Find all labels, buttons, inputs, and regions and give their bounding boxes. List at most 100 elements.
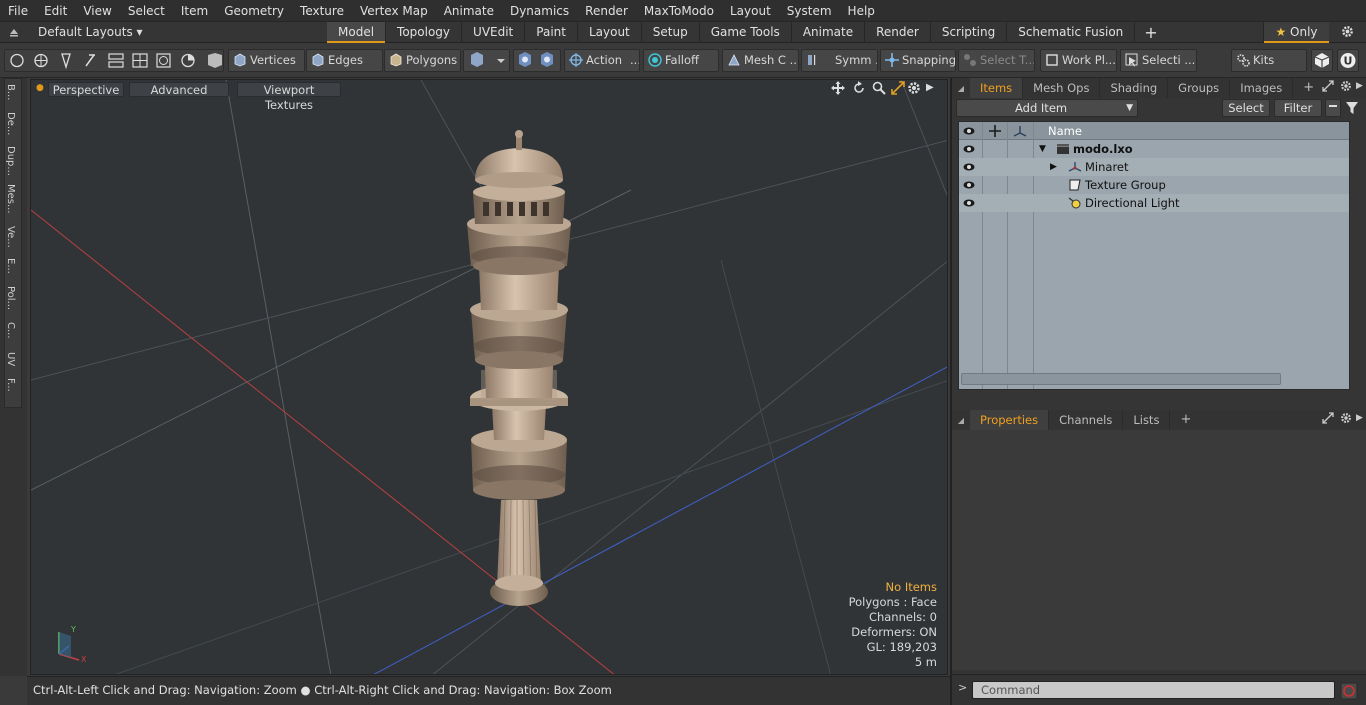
symmetry-toggles[interactable] (513, 49, 561, 72)
panel-maximize-icon[interactable] (1322, 80, 1334, 95)
polygons-button[interactable]: Polygons (384, 49, 461, 72)
collapse-arrow-icon[interactable]: ▼ (1039, 140, 1046, 158)
item-row-directional-light[interactable]: Directional Light (959, 194, 1349, 212)
name-column-header[interactable]: Name (1048, 122, 1082, 140)
tab-render[interactable]: Render (865, 22, 931, 43)
expand-arrow-icon[interactable]: ▶ (1050, 158, 1057, 176)
menu-item[interactable]: Item (173, 0, 216, 22)
select-mode-buttons[interactable] (4, 49, 224, 72)
tab-animate[interactable]: Animate (792, 22, 866, 43)
symmetry-button[interactable]: Symm ... (801, 49, 878, 72)
left-tab-fusion[interactable]: F... (5, 378, 16, 392)
viewport-gear-icon[interactable] (907, 81, 921, 98)
left-tab-edge[interactable]: E... (5, 258, 16, 274)
properties-arrow-icon[interactable]: ▶ (1356, 413, 1363, 423)
layout-up-icon[interactable] (8, 22, 20, 43)
panel-arrow-icon[interactable]: ▶ (1356, 81, 1363, 91)
selection-sets-button[interactable]: Selecti ... (1120, 49, 1197, 72)
collapse-list-icon[interactable] (1325, 99, 1341, 117)
select-button[interactable]: Select (1222, 99, 1270, 117)
pan-icon[interactable] (831, 81, 845, 98)
add-properties-tab-icon[interactable]: + (1170, 410, 1201, 430)
only-toggle[interactable]: ★ Only (1263, 22, 1329, 43)
funnel-filter-icon[interactable] (1345, 100, 1359, 119)
menu-select[interactable]: Select (120, 0, 173, 22)
menu-file[interactable]: File (0, 0, 36, 22)
panel-gear-icon[interactable] (1340, 80, 1352, 95)
item-row-texture-group[interactable]: Texture Group (959, 176, 1349, 194)
mesh-constraint-button[interactable]: Mesh C ... (722, 49, 799, 72)
visibility-eye-icon[interactable] (963, 197, 975, 209)
tab-schematic-fusion[interactable]: Schematic Fusion (1007, 22, 1136, 43)
advanced-button[interactable]: Advanced (129, 82, 229, 97)
select-through-button[interactable]: Select T... (958, 49, 1035, 72)
left-tab-vertex[interactable]: Ve... (5, 226, 16, 248)
lock-pin-icon[interactable] (989, 125, 1001, 137)
properties-gear-icon[interactable] (1340, 412, 1352, 427)
locator-axes-icon[interactable] (1013, 125, 1027, 137)
tab-setup[interactable]: Setup (642, 22, 700, 43)
command-input[interactable]: Command (972, 681, 1335, 699)
item-row-scene[interactable]: ▼ modo.lxo (959, 140, 1349, 158)
tab-paint[interactable]: Paint (525, 22, 578, 43)
record-macro-icon[interactable] (1340, 682, 1358, 703)
menu-render[interactable]: Render (577, 0, 636, 22)
left-tab-deform[interactable]: De... (5, 112, 16, 135)
menu-layout[interactable]: Layout (722, 0, 779, 22)
filter-button[interactable]: Filter (1274, 99, 1322, 117)
item-row-minaret[interactable]: ▶ Minaret (959, 158, 1349, 176)
item-list-horizontal-scrollbar[interactable] (961, 373, 1281, 385)
left-tab-duplicate[interactable]: Dup... (5, 146, 16, 176)
falloff-button[interactable]: Falloff (643, 49, 719, 72)
left-tab-polygon[interactable]: Pol... (5, 286, 16, 310)
viewport-dot-icon[interactable]: ● (36, 83, 44, 93)
tab-uvedit[interactable]: UVEdit (462, 22, 526, 43)
3d-viewport[interactable]: Y X ● Perspective Advanced Viewport Text… (30, 79, 948, 675)
tab-game-tools[interactable]: Game Tools (700, 22, 792, 43)
maximize-icon[interactable] (891, 81, 905, 98)
tab-topology[interactable]: Topology (386, 22, 463, 43)
tab-images[interactable]: Images (1230, 78, 1294, 98)
visibility-eye-icon[interactable] (963, 161, 975, 173)
tab-mesh-ops[interactable]: Mesh Ops (1023, 78, 1101, 98)
material-mode-dropdown[interactable] (463, 49, 510, 72)
left-tab-mesh-edit[interactable]: Mes... (5, 184, 16, 214)
kits-button[interactable]: Kits (1231, 49, 1307, 72)
rotate-icon[interactable] (852, 81, 866, 98)
left-tab-curve[interactable]: C... (5, 322, 16, 339)
tab-groups[interactable]: Groups (1168, 78, 1231, 98)
tab-lists[interactable]: Lists (1123, 410, 1171, 430)
menu-texture[interactable]: Texture (292, 0, 352, 22)
menu-edit[interactable]: Edit (36, 0, 75, 22)
menu-dynamics[interactable]: Dynamics (502, 0, 577, 22)
tab-channels[interactable]: Channels (1049, 410, 1124, 430)
viewport-menu-arrow-icon[interactable]: ▶ (926, 82, 934, 93)
viewport-textures-button[interactable]: Viewport Textures (237, 82, 341, 112)
visibility-eye-icon[interactable] (963, 179, 975, 191)
action-center-button[interactable]: Action... (564, 49, 640, 72)
zoom-icon[interactable] (872, 81, 886, 98)
tab-items[interactable]: Items (970, 78, 1024, 98)
menu-geometry[interactable]: Geometry (216, 0, 292, 22)
add-tab-icon[interactable]: + (1135, 22, 1166, 43)
left-tab-basic[interactable]: B... (5, 84, 16, 100)
snapping-button[interactable]: Snapping (880, 49, 956, 72)
edges-button[interactable]: Edges (306, 49, 383, 72)
unity-button[interactable] (1311, 49, 1333, 72)
visibility-eye-icon[interactable] (963, 143, 975, 155)
tab-scripting[interactable]: Scripting (931, 22, 1008, 43)
tab-model[interactable]: Model (327, 22, 387, 43)
vertices-button[interactable]: Vertices (228, 49, 305, 72)
menu-help[interactable]: Help (840, 0, 883, 22)
menu-animate[interactable]: Animate (436, 0, 502, 22)
add-item-dropdown[interactable]: Add Item ▼ (956, 99, 1138, 117)
menu-vertex-map[interactable]: Vertex Map (352, 0, 436, 22)
menu-maxtomodo[interactable]: MaxToModo (636, 0, 722, 22)
default-layouts-dropdown[interactable]: Default Layouts ▾ (38, 22, 143, 43)
gear-icon[interactable] (1341, 22, 1354, 43)
panel-collapse-icon[interactable]: ◢ (952, 84, 970, 93)
menu-view[interactable]: View (75, 0, 119, 22)
perspective-button[interactable]: Perspective (48, 82, 124, 97)
work-plane-button[interactable]: Work Pl... (1040, 49, 1117, 72)
tab-layout[interactable]: Layout (578, 22, 642, 43)
